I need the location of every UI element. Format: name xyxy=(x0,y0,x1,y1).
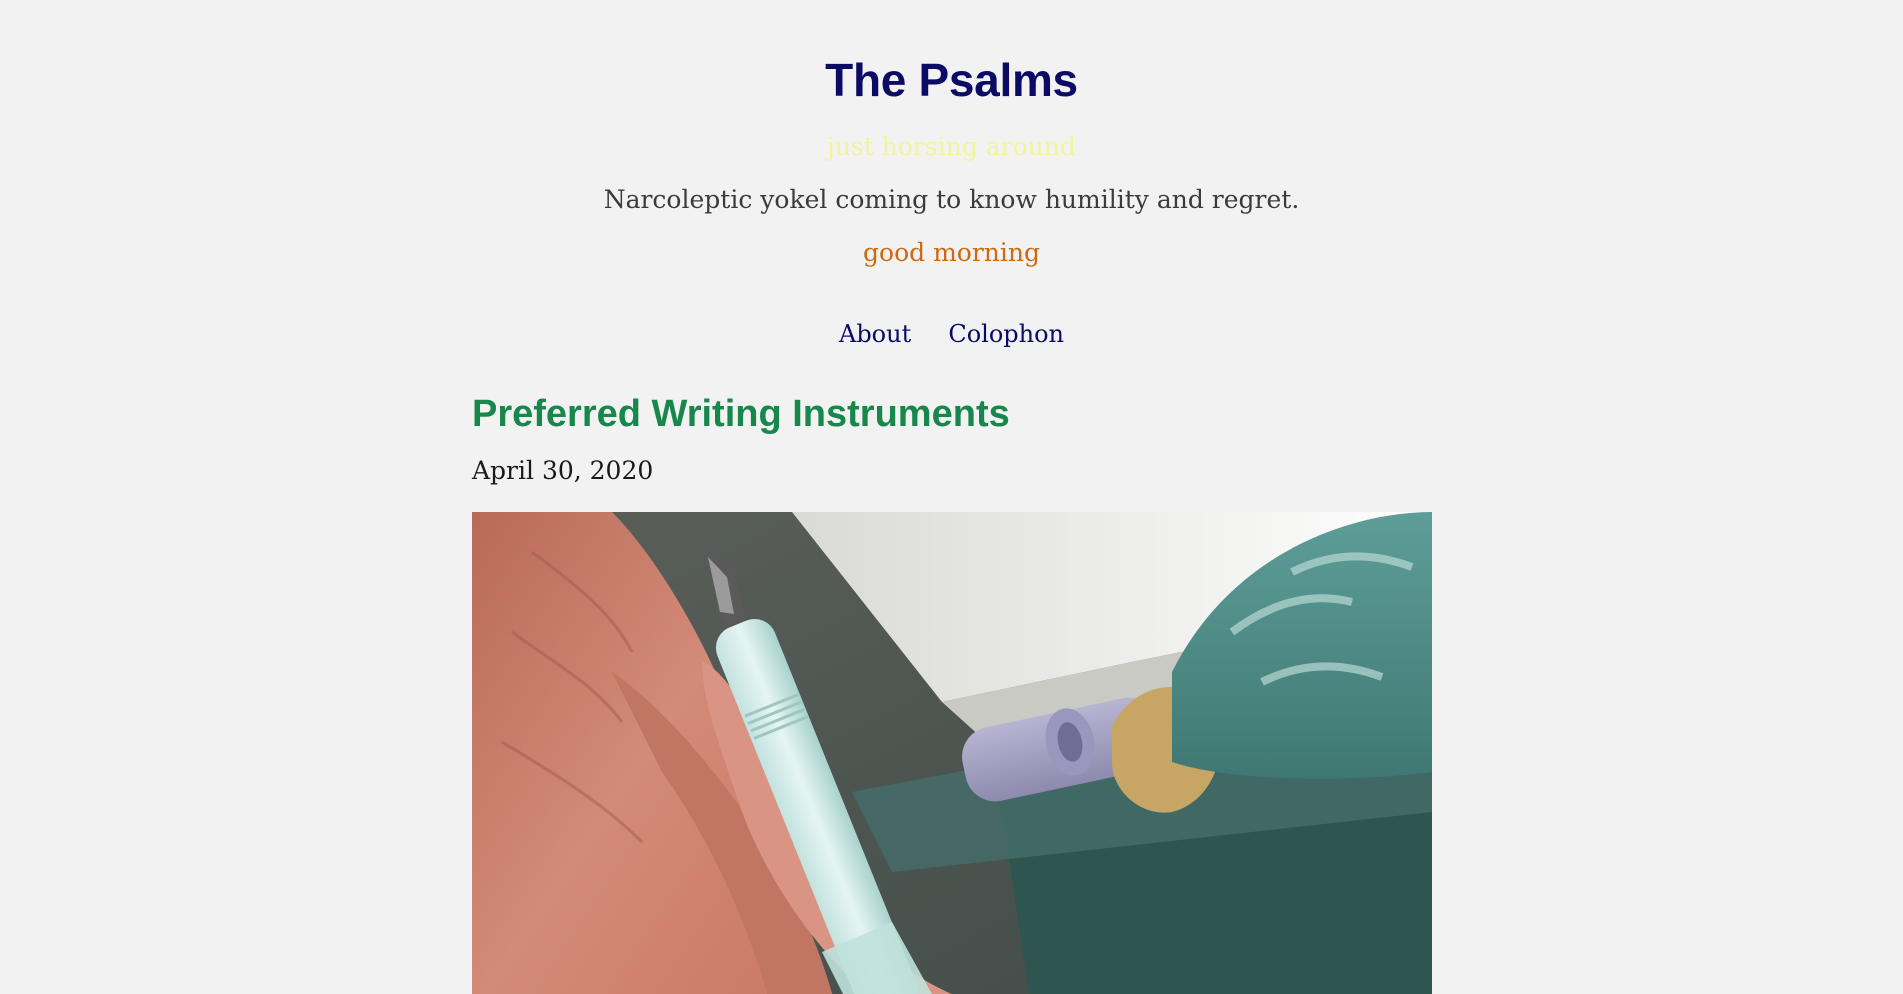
post-title[interactable]: Preferred Writing Instruments xyxy=(472,390,1432,438)
post-date: April 30, 2020 xyxy=(472,456,654,485)
page: The Psalms just horsing around Narcolept… xyxy=(0,0,1903,994)
nav-link-colophon[interactable]: Colophon xyxy=(948,320,1064,348)
main-nav: About Colophon xyxy=(0,317,1903,351)
post-image xyxy=(472,512,1432,994)
site-description: Narcoleptic yokel coming to know humilit… xyxy=(603,185,1300,214)
greeting-text: good morning xyxy=(863,238,1040,267)
site-title[interactable]: The Psalms xyxy=(0,50,1903,110)
main-content: Preferred Writing Instruments April 30, … xyxy=(472,390,1432,994)
site-header: The Psalms just horsing around Narcolept… xyxy=(0,0,1903,351)
fountain-pen-photo xyxy=(472,512,1432,994)
nav-link-about[interactable]: About xyxy=(839,320,911,348)
site-tagline: just horsing around xyxy=(827,132,1076,161)
post: Preferred Writing Instruments April 30, … xyxy=(472,390,1432,994)
